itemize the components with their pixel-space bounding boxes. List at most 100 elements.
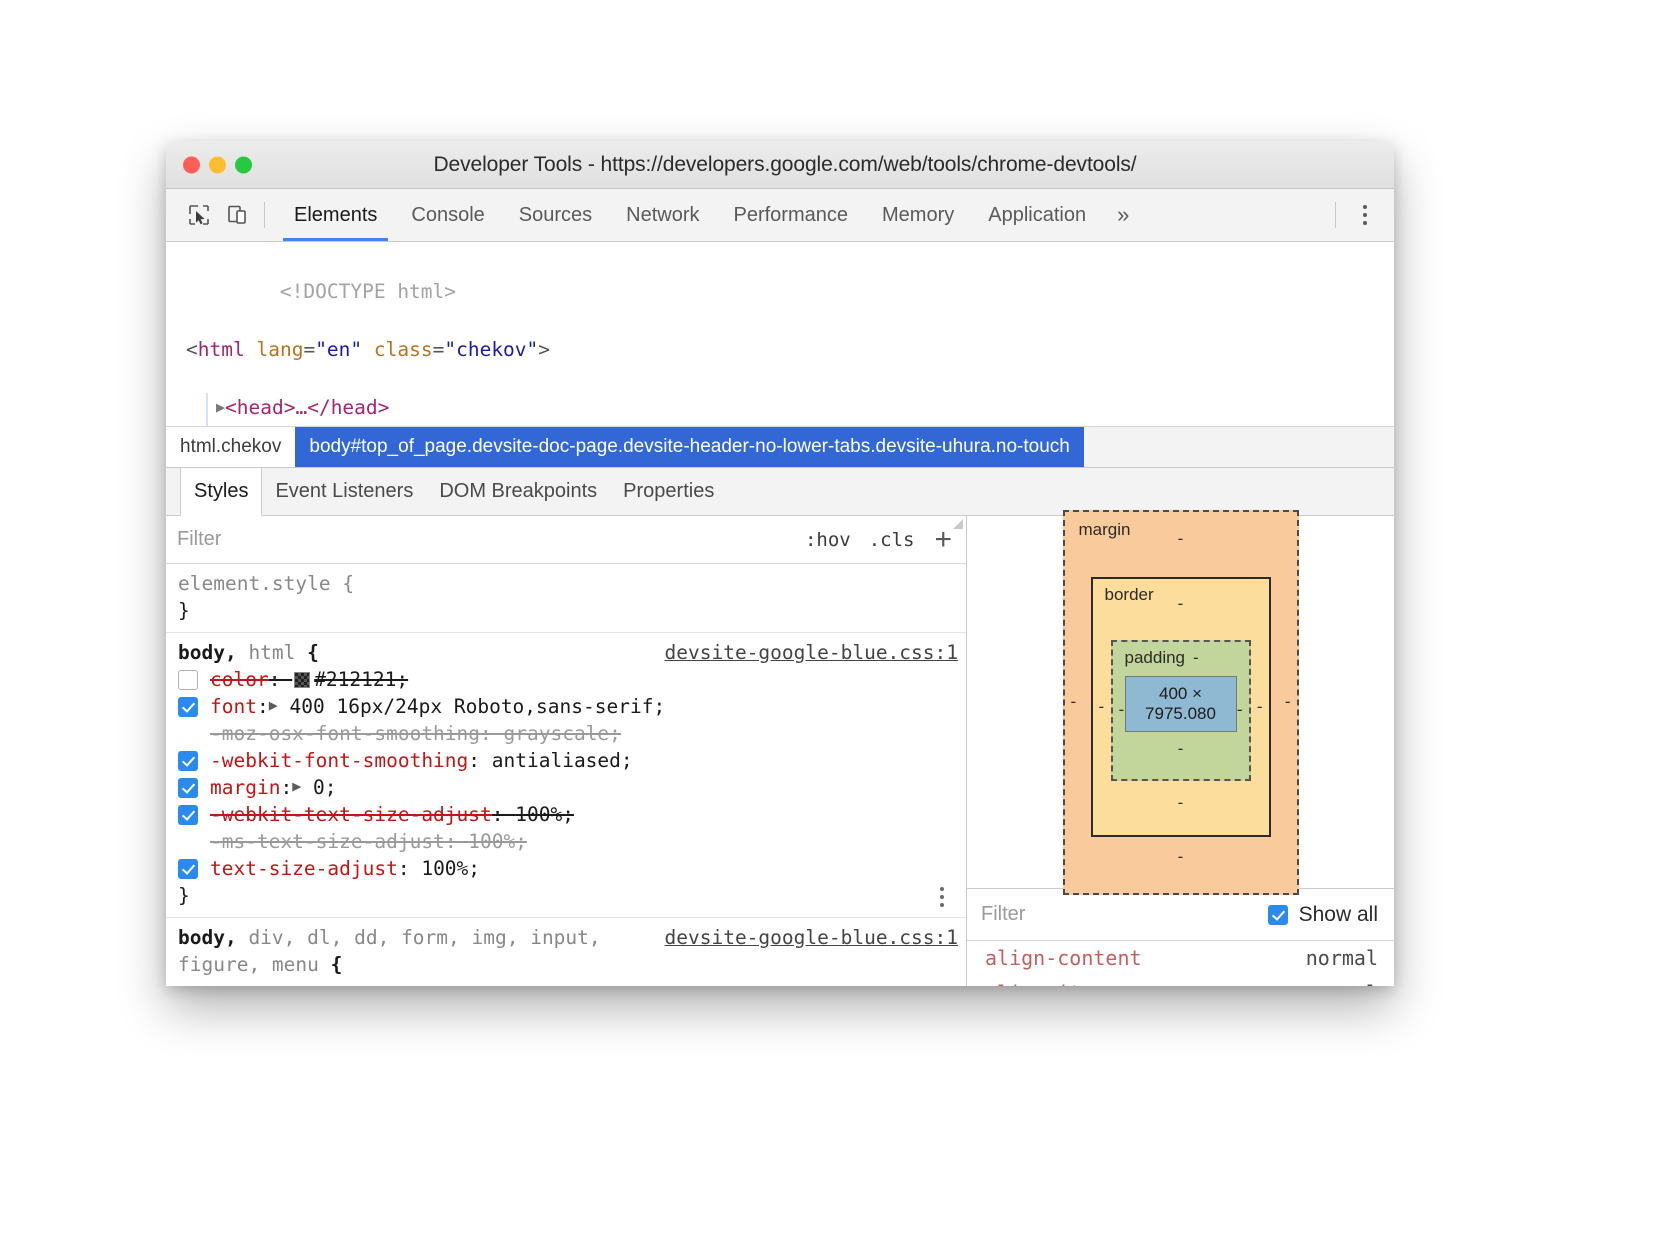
dom-tree-panel[interactable]: <!DOCTYPE html> <html lang="en" class="c… [166, 242, 1394, 426]
box-model-margin-right-value[interactable]: - [1285, 692, 1291, 712]
declaration-value-ms-text-size-adjust[interactable]: 100%; [468, 828, 527, 855]
tab-dom-breakpoints[interactable]: DOM Breakpoints [426, 468, 610, 515]
style-rule-body-div-dl[interactable]: body, div, dl, dd, form, img, input, dev… [166, 918, 966, 986]
box-model-margin-box[interactable]: - - - margin - - - border - - [1063, 510, 1299, 895]
box-model-padding-left-value[interactable]: - [1119, 700, 1125, 720]
style-rule-body-html[interactable]: body, html { devsite-google-blue.css:1 c… [166, 633, 966, 918]
html-val-class: "chekov" [444, 338, 538, 361]
computed-property-name[interactable]: align-items [985, 976, 1117, 986]
tab-application[interactable]: Application [971, 189, 1103, 241]
declaration-name-webkit-font-smoothing[interactable]: -webkit-font-smoothing [210, 747, 468, 774]
rule-selector-line-body-html[interactable]: body, html { devsite-google-blue.css:1 [166, 639, 966, 666]
new-style-rule-button[interactable]: + [932, 525, 954, 555]
rule-source-link[interactable]: devsite-google-blue.css:1 [647, 639, 959, 666]
box-model-margin-bottom-value[interactable]: - [1091, 847, 1271, 867]
declaration-name-color[interactable]: color [210, 666, 269, 693]
show-all-toggle[interactable]: Show all [1268, 903, 1378, 927]
box-model-padding-top-value[interactable]: - [1193, 648, 1199, 668]
declaration-webkit-font-smoothing[interactable]: -webkit-font-smoothing: antialiased; [166, 747, 966, 774]
tab-network[interactable]: Network [609, 189, 716, 241]
tab-elements[interactable]: Elements [277, 189, 394, 241]
declaration-name-moz-osx-font-smoothing[interactable]: -moz-osx-font-smoothing [210, 720, 480, 747]
tab-properties[interactable]: Properties [610, 468, 727, 515]
computed-row-align-items[interactable]: align-items normal [967, 976, 1394, 986]
kebab-menu-icon[interactable] [1348, 196, 1382, 234]
style-rule-element-style[interactable]: element.style { } [166, 564, 966, 633]
minimize-window-button[interactable] [209, 156, 226, 173]
declaration-name-ms-text-size-adjust[interactable]: -ms-text-size-adjust [210, 828, 445, 855]
declaration-checkbox-webkit-font-smoothing[interactable] [178, 751, 198, 771]
declaration-value-webkit-font-smoothing[interactable]: antialiased; [492, 747, 633, 774]
dom-line-html[interactable]: <html lang="en" class="chekov"> [166, 335, 1394, 393]
expand-triangle-icon[interactable]: ▶ [216, 393, 225, 422]
tab-sources[interactable]: Sources [502, 189, 609, 241]
cls-toggle-button[interactable]: .cls [869, 529, 915, 551]
declaration-value-font[interactable]: 400 16px/24px Roboto,sans-serif; [290, 693, 666, 720]
box-model-padding-right-value[interactable]: - [1237, 700, 1243, 720]
window-titlebar: Developer Tools - https://developers.goo… [166, 141, 1394, 189]
box-model-border-box[interactable]: - - - border - - padding - [1091, 577, 1271, 837]
tab-memory[interactable]: Memory [865, 189, 971, 241]
computed-styles-list[interactable]: align-content normal align-items normal [967, 941, 1394, 986]
tab-styles[interactable]: Styles [180, 468, 262, 516]
declaration-value-moz-osx-font-smoothing[interactable]: grayscale; [504, 720, 621, 747]
declaration-name-font[interactable]: font [210, 693, 257, 720]
box-model-border-left-value[interactable]: - [1099, 697, 1105, 717]
box-model-diagram[interactable]: - - - margin - - - border - - [967, 516, 1394, 889]
declaration-value-color[interactable]: #212121; [314, 666, 408, 693]
declaration-name-webkit-text-size-adjust[interactable]: -webkit-text-size-adjust [210, 801, 492, 828]
rule-selector-line[interactable]: element.style { [166, 570, 966, 597]
declaration-checkbox-color[interactable] [178, 670, 198, 690]
rule-more-options-icon[interactable] [940, 887, 944, 907]
declaration-name-text-size-adjust[interactable]: text-size-adjust [210, 855, 398, 882]
styles-rules-list[interactable]: element.style { } body, html { devsite-g… [166, 564, 966, 986]
declaration-margin[interactable]: margin:▶ 0; [166, 774, 966, 801]
declaration-webkit-text-size-adjust[interactable]: -webkit-text-size-adjust: 100%; [166, 801, 966, 828]
declaration-checkbox-margin[interactable] [178, 778, 198, 798]
expand-shorthand-font-icon[interactable]: ▶ [269, 692, 278, 719]
box-model-padding-box[interactable]: - - padding - 400 × 7975.080 - [1111, 640, 1251, 781]
tab-performance-label: Performance [734, 204, 849, 227]
declaration-value-margin[interactable]: 0; [313, 774, 336, 801]
expand-shorthand-margin-icon[interactable]: ▶ [292, 773, 301, 800]
rule-selector-line-3b[interactable]: figure, menu { [166, 951, 966, 978]
declaration-color[interactable]: color: #212121; [166, 666, 966, 693]
declaration-ms-text-size-adjust[interactable]: -ms-text-size-adjust: 100%; [166, 828, 966, 855]
declaration-value-text-size-adjust[interactable]: 100%; [421, 855, 480, 882]
tab-performance[interactable]: Performance [717, 189, 866, 241]
color-swatch-icon[interactable] [294, 672, 310, 688]
declaration-text-size-adjust[interactable]: text-size-adjust: 100%; [166, 855, 966, 882]
breadcrumb-item-body[interactable]: body#top_of_page.devsite-doc-page.devsit… [295, 427, 1083, 467]
box-model-margin-left-value[interactable]: - [1071, 692, 1077, 712]
box-model-content-box[interactable]: 400 × 7975.080 [1125, 676, 1237, 732]
declaration-checkbox-text-size-adjust[interactable] [178, 859, 198, 879]
inspect-cursor-icon[interactable] [180, 196, 218, 234]
hov-toggle-button[interactable]: :hov [805, 529, 851, 551]
show-all-checkbox[interactable] [1268, 905, 1288, 925]
rule-source-link-3[interactable]: devsite-google-blue.css:1 [647, 924, 959, 951]
declaration-moz-osx-font-smoothing[interactable]: -moz-osx-font-smoothing: grayscale; [166, 720, 966, 747]
computed-filter-input[interactable]: Filter [981, 903, 1025, 926]
close-window-button[interactable] [183, 156, 200, 173]
declaration-checkbox-webkit-text-size-adjust[interactable] [178, 805, 198, 825]
box-model-border-right-value[interactable]: - [1257, 697, 1263, 717]
box-model-border-bottom-value[interactable]: - [1111, 793, 1251, 813]
device-toolbar-icon[interactable] [218, 196, 256, 234]
chevron-double-right-icon[interactable]: » [1103, 189, 1143, 241]
declaration-checkbox-font[interactable] [178, 697, 198, 717]
box-model-padding-bottom-value[interactable]: - [1125, 739, 1237, 759]
declaration-font[interactable]: font:▶ 400 16px/24px Roboto,sans-serif; [166, 693, 966, 720]
breadcrumb-item-html[interactable]: html.chekov [166, 427, 295, 467]
dom-line-doctype[interactable]: <!DOCTYPE html> [166, 248, 1394, 335]
pane-resize-grip[interactable] [952, 518, 964, 530]
declaration-name-margin[interactable]: margin [210, 774, 280, 801]
rule-selector-line-3[interactable]: body, div, dl, dd, form, img, input, dev… [166, 924, 966, 951]
computed-row-align-content[interactable]: align-content normal [967, 941, 1394, 976]
tab-event-listeners[interactable]: Event Listeners [262, 468, 426, 515]
dom-line-head[interactable]: ▶<head>…</head> [166, 393, 1394, 426]
maximize-window-button[interactable] [235, 156, 252, 173]
declaration-value-webkit-text-size-adjust[interactable]: 100%; [515, 801, 574, 828]
styles-filter-input[interactable]: Filter [174, 528, 221, 551]
computed-property-name[interactable]: align-content [985, 941, 1142, 976]
tab-console[interactable]: Console [394, 189, 501, 241]
